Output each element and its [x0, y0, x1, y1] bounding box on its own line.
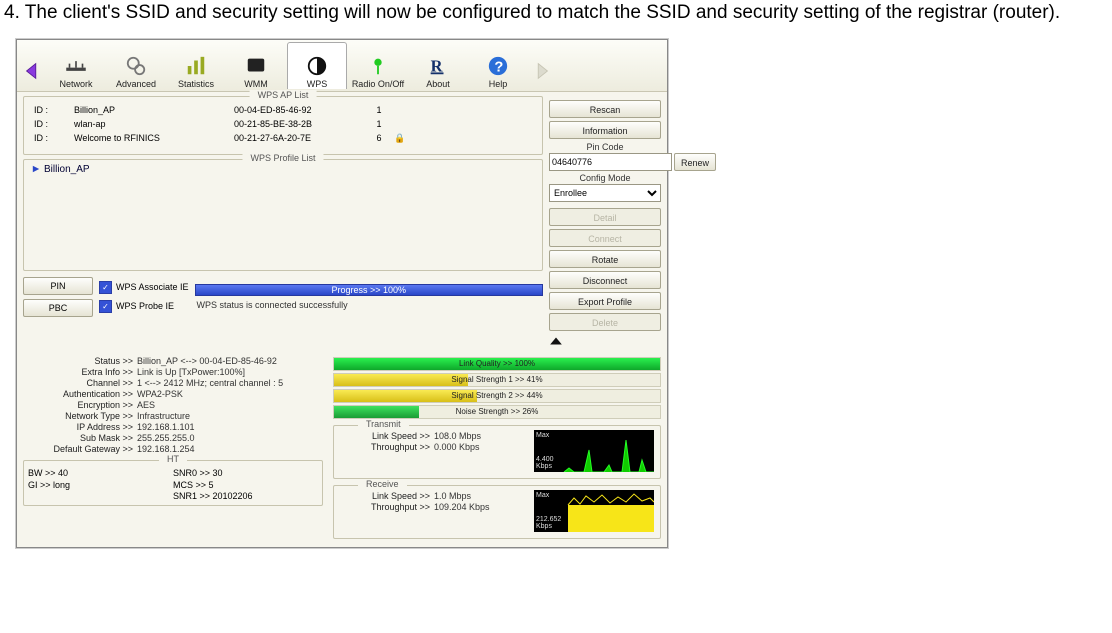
lock-icon: 🔒: [394, 133, 414, 144]
disconnect-button[interactable]: Disconnect: [549, 271, 661, 289]
link-quality-bar: Link Quality >> 100%: [333, 357, 661, 371]
detail-button: Detail: [549, 208, 661, 226]
ap-row[interactable]: ID : Billion_AP 00-04-ED-85-46-92 1: [28, 103, 538, 117]
wps-associate-checkbox[interactable]: ✓WPS Associate IE: [99, 281, 189, 294]
pin-code-label: Pin Code: [549, 142, 661, 152]
wps-status-text: WPS status is connected successfully: [195, 300, 543, 310]
rotate-button[interactable]: Rotate: [549, 250, 661, 268]
nav-forward-button[interactable]: [529, 53, 553, 89]
noise-bar: Noise Strength >> 26%: [333, 405, 661, 419]
svg-text:?: ?: [494, 59, 503, 75]
rescan-button[interactable]: Rescan: [549, 100, 661, 118]
ht-title: HT: [159, 454, 187, 464]
toolbar-label: WMM: [244, 79, 268, 89]
wps-progress-bar: Progress >> 100%: [195, 284, 543, 296]
toolbar-wmm[interactable]: WMM: [227, 43, 285, 89]
transmit-graph: Max 4.400 Kbps: [534, 430, 654, 472]
toolbar-wps[interactable]: WPS: [287, 42, 347, 89]
information-button[interactable]: Information: [549, 121, 661, 139]
pin-button[interactable]: PIN: [23, 277, 93, 295]
renew-button[interactable]: Renew: [674, 153, 716, 171]
toolbar-network[interactable]: Network: [47, 43, 105, 89]
toolbar-about[interactable]: R About: [409, 43, 467, 89]
wps-probe-checkbox[interactable]: ✓WPS Probe IE: [99, 300, 189, 313]
profile-item[interactable]: Billion_AP: [32, 164, 534, 175]
collapse-up-icon[interactable]: [549, 334, 563, 348]
toolbar-label: WPS: [307, 79, 328, 89]
config-mode-select[interactable]: Enrollee: [549, 184, 661, 202]
wps-profile-list-group: WPS Profile List Billion_AP: [23, 159, 543, 271]
toolbar-label: Statistics: [178, 79, 214, 89]
selected-marker-icon: [32, 165, 40, 173]
wps-ap-list-group: WPS AP List ID : Billion_AP 00-04-ED-85-…: [23, 96, 543, 155]
toolbar-label: Advanced: [116, 79, 156, 89]
toolbar-statistics[interactable]: Statistics: [167, 43, 225, 89]
main-toolbar: Network Advanced Statistics WMM WPS Radi…: [17, 40, 667, 92]
export-profile-button[interactable]: Export Profile: [549, 292, 661, 310]
pbc-button[interactable]: PBC: [23, 299, 93, 317]
app-window: Network Advanced Statistics WMM WPS Radi…: [16, 39, 668, 548]
receive-title: Receive: [358, 479, 407, 489]
group-title: WPS AP List: [250, 90, 317, 100]
ap-row[interactable]: ID : wlan-ap 00-21-85-BE-38-2B 1: [28, 117, 538, 131]
signal-1-bar: Signal Strength 1 >> 41%: [333, 373, 661, 387]
receive-graph: Max 212.652 Kbps: [534, 490, 654, 532]
group-title: WPS Profile List: [242, 153, 323, 163]
delete-button: Delete: [549, 313, 661, 331]
toolbar-label: About: [426, 79, 450, 89]
transmit-title: Transmit: [358, 419, 409, 429]
config-mode-label: Config Mode: [549, 173, 661, 183]
toolbar-label: Radio On/Off: [352, 79, 404, 89]
toolbar-radio[interactable]: Radio On/Off: [349, 43, 407, 89]
toolbar-help[interactable]: ? Help: [469, 43, 527, 89]
pin-code-input[interactable]: [549, 153, 672, 171]
toolbar-label: Help: [489, 79, 508, 89]
document-caption: 4. The client's SSID and security settin…: [0, 0, 1112, 39]
signal-2-bar: Signal Strength 2 >> 44%: [333, 389, 661, 403]
toolbar-label: Network: [59, 79, 92, 89]
ap-row[interactable]: ID : Welcome to RFINICS 00-21-27-6A-20-7…: [28, 131, 538, 146]
nav-back-button[interactable]: [21, 53, 45, 89]
connect-button: Connect: [549, 229, 661, 247]
toolbar-advanced[interactable]: Advanced: [107, 43, 165, 89]
